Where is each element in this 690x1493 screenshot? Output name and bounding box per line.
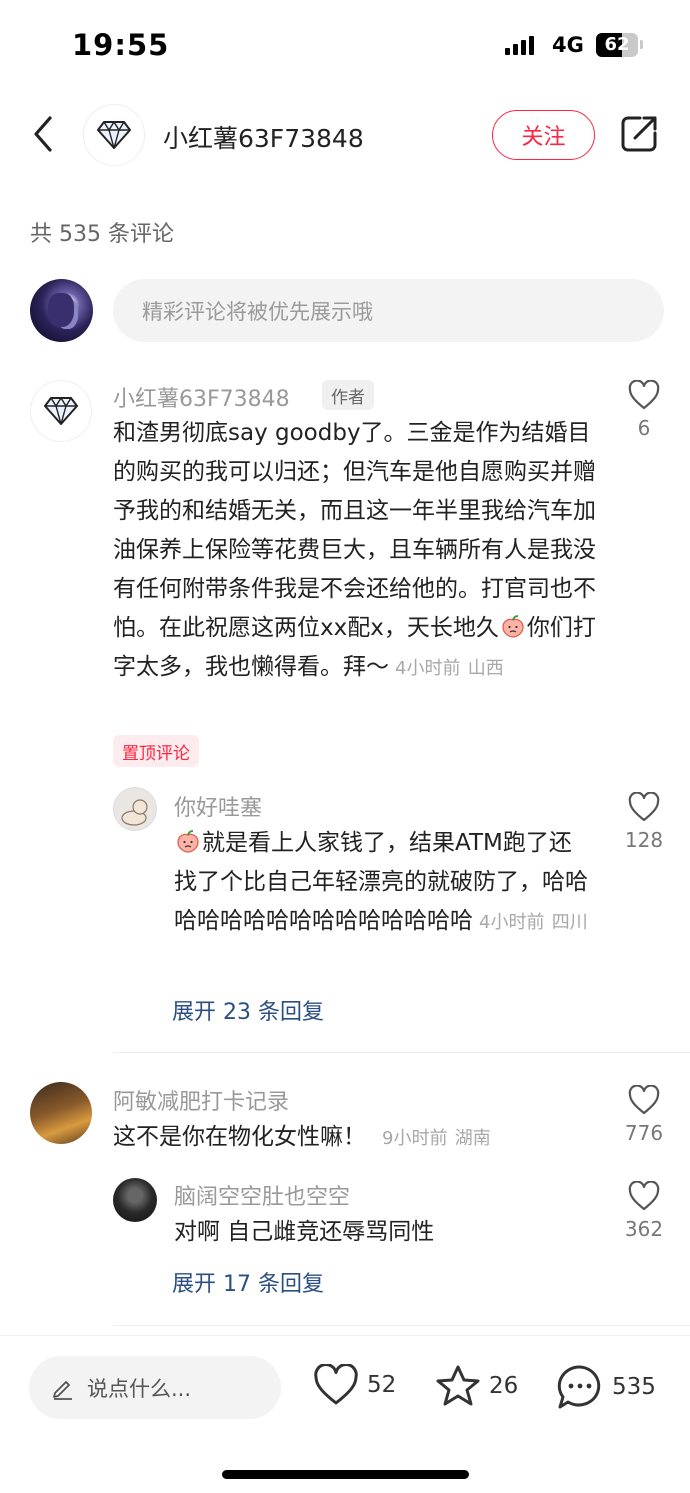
heart-icon — [628, 380, 660, 410]
reply-avatar[interactable] — [113, 787, 157, 831]
diamond-icon — [44, 397, 78, 425]
divider — [113, 1325, 690, 1326]
heart-icon — [314, 1364, 358, 1405]
heart-icon — [628, 792, 660, 822]
signal-icon — [505, 36, 534, 55]
comment-text: 和渣男彻底say goodby了。三金是作为结婚目的购买的我可以归还；但汽车是他… — [113, 414, 603, 688]
comment-text: 这不是你在物化女性嘛！ 9小时前 湖南 — [113, 1118, 603, 1158]
commenter-name[interactable]: 阿敏减肥打卡记录 — [113, 1084, 289, 1116]
star-icon — [436, 1365, 480, 1406]
commenter-avatar[interactable] — [30, 380, 92, 442]
like-count: 6 — [637, 416, 651, 440]
share-icon[interactable] — [620, 115, 658, 153]
author-tag: 作者 — [322, 380, 374, 410]
say-something-input[interactable]: 说点什么... — [29, 1356, 281, 1419]
author-avatar[interactable] — [83, 104, 145, 166]
reply-time: 4小时前 — [479, 912, 545, 933]
peach-emoji-icon — [177, 830, 199, 853]
comment-stat-count: 535 — [612, 1374, 656, 1400]
comment-stat-button[interactable]: 535 — [556, 1364, 656, 1410]
comment-input[interactable]: 精彩评论将被优先展示哦 — [113, 279, 664, 342]
bottom-bar: 说点什么... 52 26 535 — [0, 1335, 690, 1493]
status-time: 19:55 — [72, 28, 170, 62]
chat-icon — [557, 1365, 601, 1409]
reply-like-count: 128 — [624, 828, 664, 852]
reply-text: 对啊 自己雌竞还辱骂同性 — [174, 1219, 435, 1245]
like-button[interactable]: 6 — [614, 380, 674, 440]
like-stat-count: 52 — [367, 1372, 397, 1398]
back-icon[interactable] — [28, 114, 58, 154]
comment-time: 4小时前 — [395, 658, 461, 679]
say-something-placeholder: 说点什么... — [87, 1376, 192, 1401]
expand-replies-button[interactable]: 展开 17 条回复 — [172, 1266, 324, 1298]
reply-avatar[interactable] — [113, 1178, 157, 1222]
pinned-badge: 置顶评论 — [113, 735, 199, 767]
pencil-icon — [53, 1380, 72, 1400]
comment-text-body: 这不是你在物化女性嘛！ — [113, 1124, 366, 1150]
heart-icon — [628, 1085, 660, 1115]
heart-icon — [628, 1181, 660, 1211]
favorite-stat-button[interactable]: 26 — [435, 1364, 518, 1408]
my-avatar — [30, 279, 93, 342]
reply-name[interactable]: 你好哇塞 — [174, 790, 262, 822]
follow-button[interactable]: 关注 — [492, 110, 595, 160]
like-button[interactable]: 776 — [614, 1085, 674, 1145]
reply-text: 就是看上人家钱了，结果ATM跑了还找了个比自己年轻漂亮的就破防了，哈哈哈哈哈哈哈… — [174, 824, 594, 942]
reply-avatar-image — [121, 799, 148, 826]
diamond-icon — [97, 121, 131, 149]
reply-like-button[interactable]: 128 — [614, 792, 674, 852]
reply-like-count: 362 — [624, 1217, 664, 1241]
author-name[interactable]: 小红薯63F73848 — [163, 119, 364, 155]
battery-tip — [640, 40, 643, 49]
comment-text-part-1: 和渣男彻底say goodby了。三金是作为结婚目的购买的我可以归还；但汽车是他… — [113, 420, 596, 641]
reply-like-button[interactable]: 362 — [614, 1181, 674, 1241]
favorite-stat-count: 26 — [489, 1373, 519, 1399]
home-indicator — [222, 1470, 469, 1479]
comment-location: 湖南 — [454, 1128, 491, 1149]
peach-emoji-icon — [502, 615, 524, 638]
comment-count: 共 535 条评论 — [30, 222, 174, 247]
reply-name[interactable]: 脑阔空空肚也空空 — [174, 1179, 350, 1211]
battery-level: 62 — [604, 34, 630, 55]
like-stat-button[interactable]: 52 — [313, 1364, 396, 1406]
commenter-name[interactable]: 小红薯63F73848 — [113, 381, 290, 413]
reply-location: 四川 — [551, 912, 588, 933]
battery-icon: 62 — [596, 33, 638, 57]
like-count: 776 — [624, 1121, 664, 1145]
status-bar: 19:55 4G 62 — [0, 0, 690, 90]
network-type: 4G — [552, 33, 584, 57]
divider — [113, 1052, 690, 1053]
comment-location: 山西 — [467, 658, 504, 679]
header: 小红薯63F73848 关注 — [0, 100, 690, 170]
comment-time: 9小时前 — [382, 1128, 448, 1149]
commenter-avatar[interactable] — [30, 1082, 92, 1144]
expand-replies-button[interactable]: 展开 23 条回复 — [172, 994, 324, 1026]
